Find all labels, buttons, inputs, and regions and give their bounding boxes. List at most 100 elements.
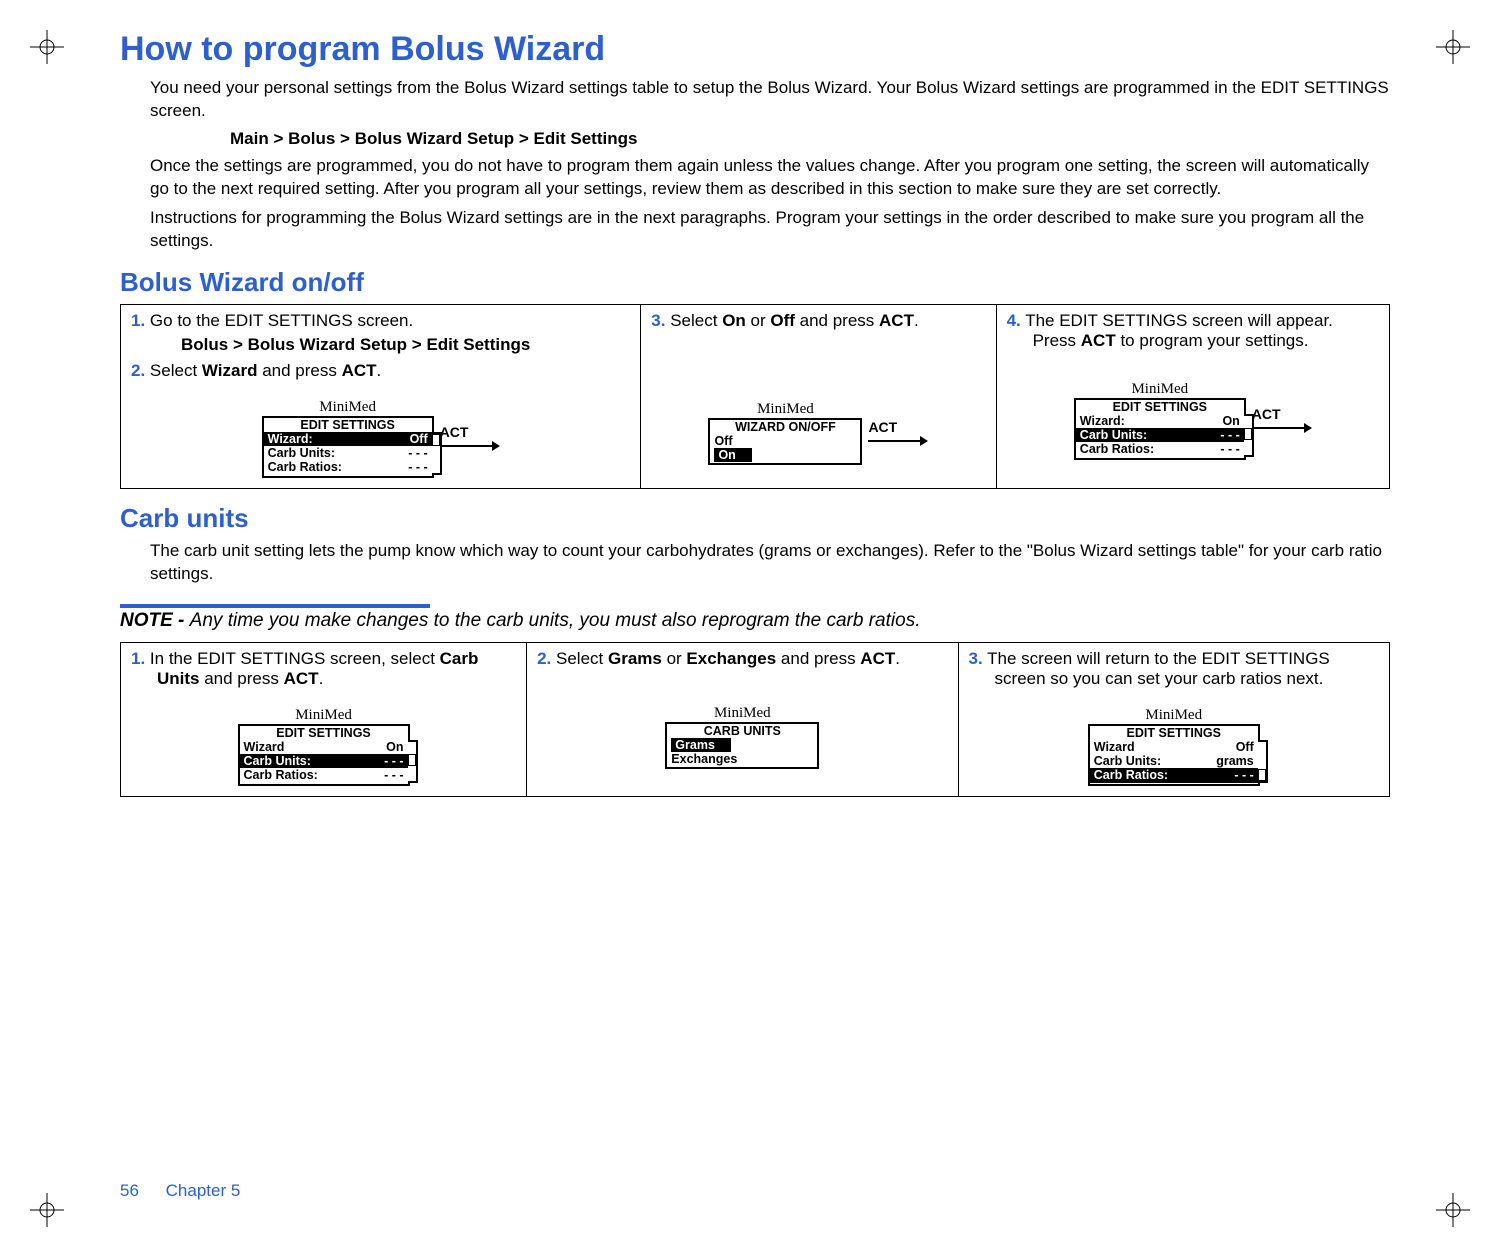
step-text: . (377, 361, 382, 380)
step-text: Select (670, 311, 722, 330)
step-text: Select (150, 361, 202, 380)
step-act: ACT (860, 649, 895, 668)
step-number: 2. (131, 361, 145, 380)
section-title-onoff: Bolus Wizard on/off (120, 267, 1390, 298)
step-text: . (914, 311, 919, 330)
step-number: 2. (537, 649, 551, 668)
step-text: and press (200, 669, 284, 688)
device-scrollbar (408, 740, 418, 783)
section-title-carb-units: Carb units (120, 503, 1390, 534)
note-divider (120, 604, 430, 608)
device-row: On (714, 448, 752, 462)
device-brand: MiniMed (708, 401, 862, 418)
device-header: EDIT SETTINGS (1076, 400, 1244, 414)
device-row: Off (710, 434, 860, 448)
step-number: 3. (651, 311, 665, 330)
act-label: ACT (868, 419, 897, 435)
note-label: NOTE - (120, 610, 190, 631)
device-header: CARB UNITS (667, 724, 817, 738)
step-text: or (662, 649, 687, 668)
steps-table-carb-units: 1. In the EDIT SETTINGS screen, select C… (120, 642, 1390, 797)
page-footer: 56 Chapter 5 (120, 1181, 240, 1201)
step-number: 4. (1007, 311, 1021, 330)
act-label: ACT (440, 424, 469, 440)
device-screen: MiniMed EDIT SETTINGS Wizard:On Carb Uni… (1074, 381, 1246, 460)
device-screen: MiniMed CARB UNITS Grams Exchanges (665, 705, 819, 770)
device-brand: MiniMed (238, 707, 410, 724)
device-row: WizardOff (1090, 740, 1258, 754)
intro-paragraph-1: You need your personal settings from the… (150, 77, 1390, 123)
step-bold: On (722, 311, 746, 330)
step-text: and press (776, 649, 860, 668)
device-row: Exchanges (667, 752, 817, 766)
device-scrollbar (432, 432, 442, 475)
step-text: and press (257, 361, 341, 380)
device-screen: MiniMed EDIT SETTINGS Wizard:Off Carb Un… (262, 399, 434, 478)
step-number: 1. (131, 649, 145, 668)
step-1: 1. Go to the EDIT SETTINGS screen. (131, 311, 630, 331)
page-number: 56 (120, 1181, 139, 1200)
act-arrow-icon: ACT (440, 424, 500, 452)
device-row: Carb Units:- - - (240, 754, 408, 768)
page-content: How to program Bolus Wizard You need you… (120, 30, 1390, 797)
act-arrow-icon: ACT (868, 419, 928, 447)
device-row: WizardOn (240, 740, 408, 754)
device-screen: MiniMed WIZARD ON/OFF Off On (708, 401, 862, 466)
device-row: Carb Ratios:- - - (264, 460, 432, 474)
device-screen: MiniMed EDIT SETTINGS WizardOff Carb Uni… (1088, 707, 1260, 786)
step-text: to program your settings. (1116, 331, 1309, 350)
step-bold: Grams (608, 649, 662, 668)
step-number: 3. (969, 649, 983, 668)
step-text: Go to the EDIT SETTINGS screen. (150, 311, 413, 330)
step-act: ACT (879, 311, 914, 330)
menu-path-main: Main > Bolus > Bolus Wizard Setup > Edit… (230, 129, 1390, 149)
step-text: Select (556, 649, 608, 668)
crop-mark-icon (1436, 1193, 1470, 1227)
intro-paragraph-3: Instructions for programming the Bolus W… (150, 207, 1390, 253)
step-1: 1. In the EDIT SETTINGS screen, select C… (131, 649, 516, 689)
note-line: NOTE - Any time you make changes to the … (120, 610, 1390, 632)
device-row: Carb Units:grams (1090, 754, 1258, 768)
act-arrow-icon: ACT (1252, 406, 1312, 434)
step-text: and press (795, 311, 879, 330)
device-row: Carb Units:- - - (264, 446, 432, 460)
device-header: WIZARD ON/OFF (710, 420, 860, 434)
device-header: EDIT SETTINGS (264, 418, 432, 432)
carb-units-paragraph: The carb unit setting lets the pump know… (150, 540, 1390, 586)
step-text: The screen will return to the EDIT SETTI… (987, 649, 1330, 688)
step-bold: Wizard (202, 361, 258, 380)
crop-mark-icon (30, 1193, 64, 1227)
device-row: Carb Ratios:- - - (1076, 442, 1244, 456)
device-scrollbar (1258, 740, 1268, 783)
step-4: 4. The EDIT SETTINGS screen will appear.… (1007, 311, 1379, 351)
device-row: Wizard:Off (264, 432, 432, 446)
device-brand: MiniMed (1074, 381, 1246, 398)
chapter-label: Chapter 5 (166, 1181, 241, 1200)
crop-mark-icon (30, 30, 64, 64)
step-text: . (895, 649, 900, 668)
intro-paragraph-2: Once the settings are programmed, you do… (150, 155, 1390, 201)
step-bold: Exchanges (686, 649, 776, 668)
device-row: Carb Units:- - - (1076, 428, 1244, 442)
device-header: EDIT SETTINGS (1090, 726, 1258, 740)
device-brand: MiniMed (665, 705, 819, 722)
device-header: EDIT SETTINGS (240, 726, 408, 740)
page-title: How to program Bolus Wizard (120, 30, 1390, 69)
device-row: Carb Ratios:- - - (1090, 768, 1258, 782)
device-row: Grams (671, 738, 731, 752)
step-act: ACT (284, 669, 319, 688)
step-text: . (319, 669, 324, 688)
act-label: ACT (1252, 406, 1281, 422)
device-brand: MiniMed (262, 399, 434, 416)
step-bold: Off (770, 311, 795, 330)
step-text: or (746, 311, 771, 330)
note-text: Any time you make changes to the carb un… (190, 610, 921, 631)
step-text: In the EDIT SETTINGS screen, select (150, 649, 440, 668)
step-2: 2. Select Wizard and press ACT. (131, 361, 630, 381)
step-3: 3. The screen will return to the EDIT SE… (969, 649, 1379, 689)
step-act: ACT (342, 361, 377, 380)
device-scrollbar (1244, 414, 1254, 457)
step-number: 1. (131, 311, 145, 330)
steps-table-onoff: 1. Go to the EDIT SETTINGS screen. Bolus… (120, 304, 1390, 489)
crop-mark-icon (1436, 30, 1470, 64)
